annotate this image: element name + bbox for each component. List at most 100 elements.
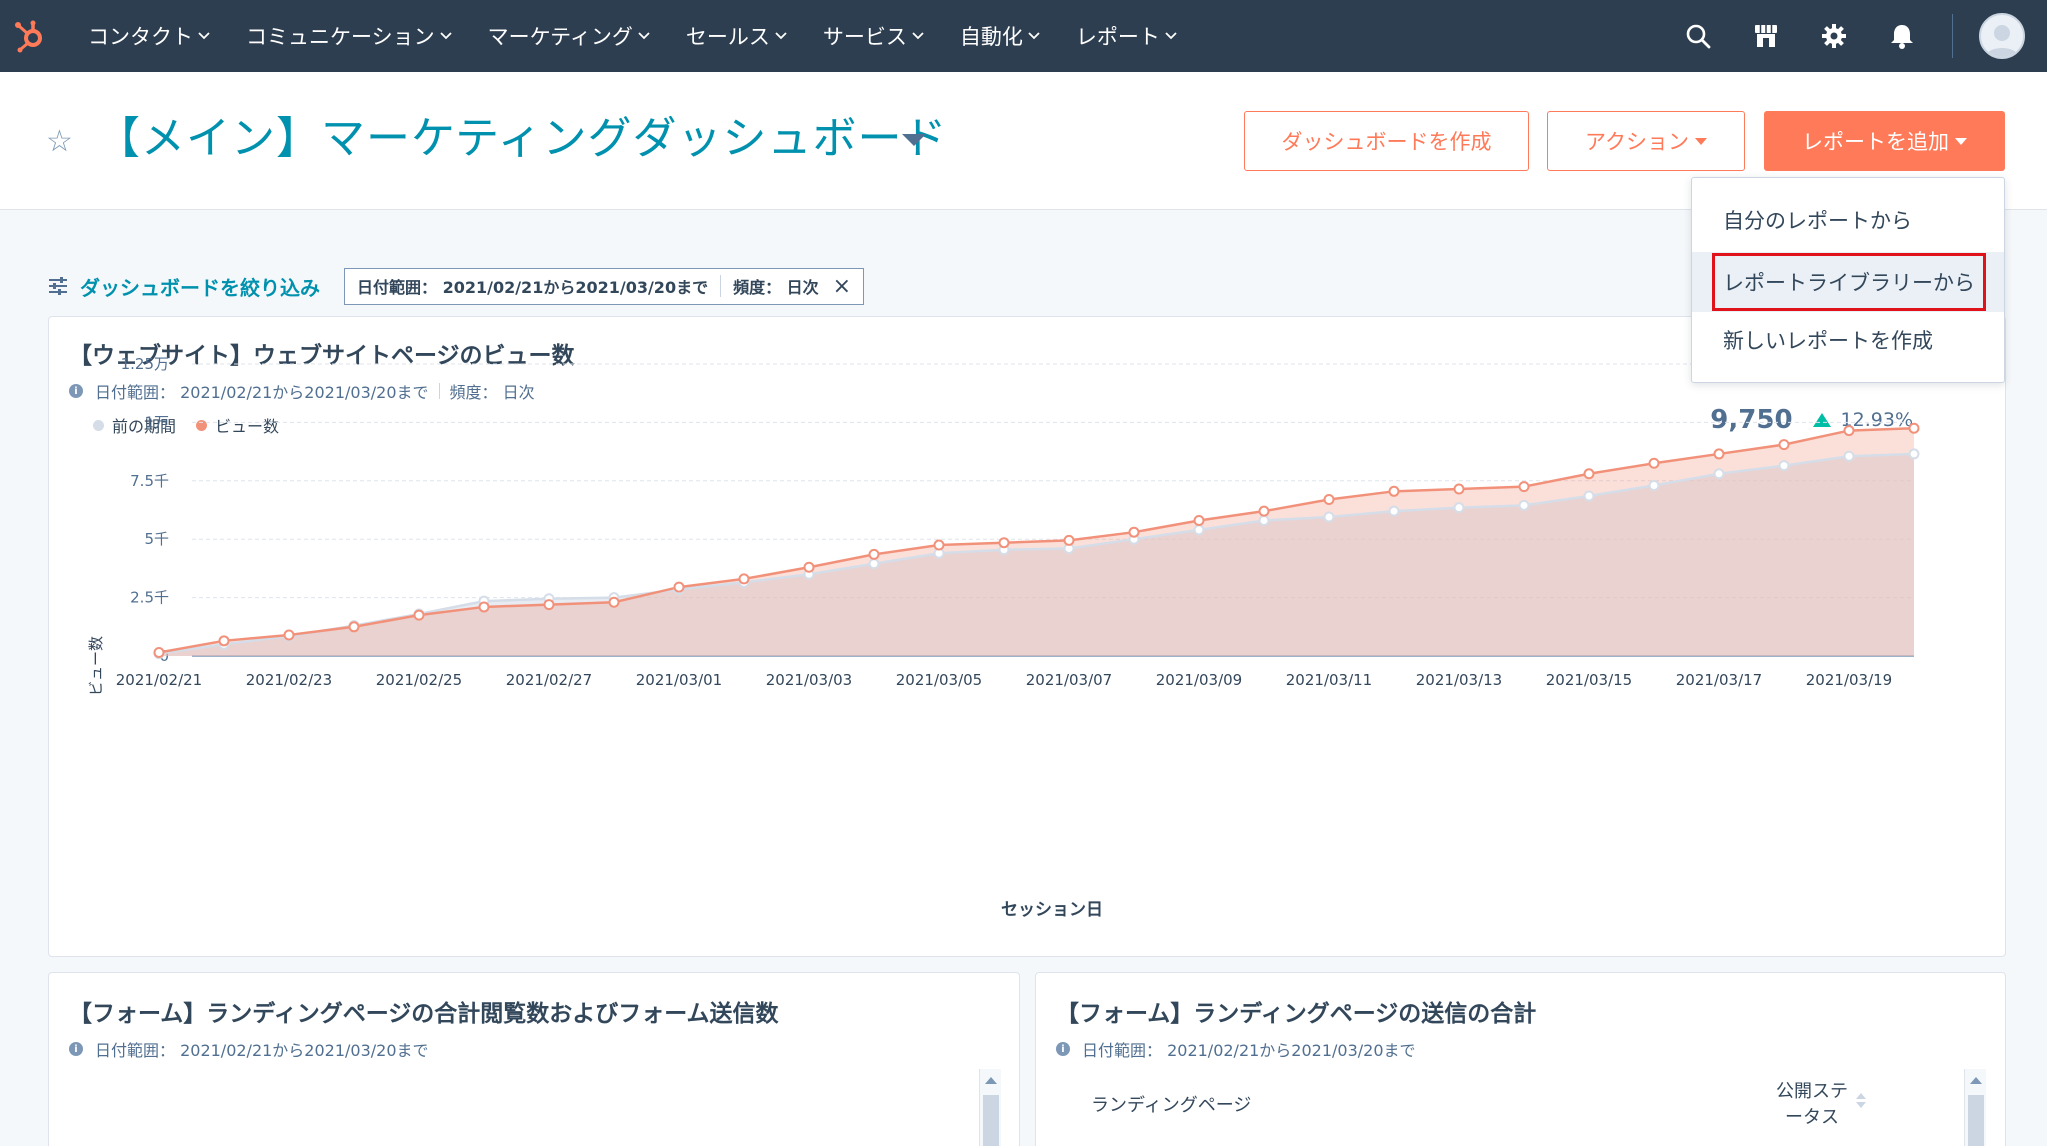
data-point-series-1[interactable] [1063, 534, 1075, 546]
data-point-series-1[interactable] [1518, 481, 1530, 493]
data-point-series-1[interactable] [1908, 422, 1920, 434]
chevron-down-icon [912, 32, 924, 40]
menu-item-from-my-reports[interactable]: 自分のレポートから [1692, 190, 2004, 250]
search-icon[interactable] [1664, 0, 1732, 72]
chevron-down-icon [1028, 32, 1040, 40]
data-point-series-1[interactable] [1193, 515, 1205, 527]
nav-utilities [1664, 0, 2047, 72]
views-area-chart[interactable]: 02.5千5千7.5千1万1.25万 2021/02/212021/02/232… [49, 317, 2006, 957]
add-report-dropdown-menu: 自分のレポートから レポートライブラリーから 新しいレポートを作成 [1691, 177, 2005, 383]
add-report-button[interactable]: レポートを追加 [1764, 111, 2005, 171]
data-point-series-1[interactable] [673, 581, 685, 593]
actions-button[interactable]: アクション [1547, 111, 1745, 171]
data-point-series-1[interactable] [1128, 526, 1140, 538]
report-title[interactable]: 【フォーム】ランディングページの合計閲覧数およびフォーム送信数 [69, 994, 779, 1028]
data-point-series-1[interactable] [1843, 425, 1855, 437]
vertical-scrollbar[interactable] [1964, 1069, 1986, 1146]
data-point-series-1[interactable] [413, 609, 425, 621]
data-point-series-1[interactable] [803, 561, 815, 573]
filter-dashboard-link[interactable]: ダッシュボードを絞り込み [48, 272, 320, 301]
data-point-series-1[interactable] [153, 646, 165, 658]
data-point-series-0[interactable] [1583, 490, 1595, 502]
nav-item-2[interactable]: マーケティング [488, 21, 650, 51]
dashboard-title[interactable]: 【メイン】マーケティングダッシュボード [96, 102, 947, 166]
info-icon[interactable]: i [69, 1042, 83, 1056]
y-tick-label: 2.5千 [130, 589, 169, 607]
data-point-series-1[interactable] [933, 539, 945, 551]
favorite-star-icon[interactable]: ☆ [46, 124, 73, 159]
data-point-series-0[interactable] [1843, 450, 1855, 462]
user-avatar[interactable] [1979, 13, 2025, 59]
data-point-series-0[interactable] [1193, 524, 1205, 536]
caret-down-icon [1694, 137, 1707, 145]
nav-item-6[interactable]: レポート [1076, 21, 1177, 51]
data-point-series-0[interactable] [1518, 499, 1530, 511]
data-point-series-0[interactable] [1388, 505, 1400, 517]
nav-item-label: マーケティング [487, 25, 633, 49]
nav-item-4[interactable]: サービス [823, 21, 924, 51]
x-tick-label: 2021/03/17 [1676, 671, 1762, 689]
filter-dashboard-label: ダッシュボードを絞り込み [80, 275, 320, 300]
data-point-series-1[interactable] [608, 596, 620, 608]
nav-item-label: コンタクト [88, 25, 193, 49]
data-point-series-1[interactable] [218, 635, 230, 647]
data-point-series-1[interactable] [1453, 483, 1465, 495]
x-tick-label: 2021/03/19 [1806, 671, 1892, 689]
data-point-series-0[interactable] [1323, 511, 1335, 523]
settings-gear-icon[interactable] [1800, 0, 1868, 72]
data-point-series-1[interactable] [868, 548, 880, 560]
vertical-scrollbar[interactable] [979, 1069, 1001, 1146]
dashboard-filter-row: ダッシュボードを絞り込み 日付範囲： 2021/02/21から2021/03/2… [48, 266, 865, 306]
close-icon[interactable]: × [833, 274, 851, 299]
y-tick-label: 1万 [144, 413, 169, 431]
nav-divider [1952, 14, 1953, 58]
data-point-series-0[interactable] [1908, 448, 1920, 460]
add-report-label: レポートを追加 [1802, 130, 1949, 154]
scroll-thumb[interactable] [1968, 1095, 1984, 1146]
data-point-series-1[interactable] [348, 621, 360, 633]
scroll-up-arrow-icon[interactable] [1969, 1077, 1982, 1084]
column-header-line: ータス [1785, 1107, 1839, 1128]
data-point-series-1[interactable] [1648, 457, 1660, 469]
scroll-up-arrow-icon[interactable] [984, 1077, 997, 1084]
data-point-series-1[interactable] [998, 537, 1010, 549]
nav-item-0[interactable]: コンタクト [88, 21, 210, 51]
menu-item-create-new-report[interactable]: 新しいレポートを作成 [1692, 310, 2004, 370]
create-dashboard-button[interactable]: ダッシュボードを作成 [1244, 111, 1529, 171]
data-point-series-1[interactable] [738, 573, 750, 585]
dashboard-switcher-caret-icon[interactable] [902, 134, 926, 146]
data-point-series-1[interactable] [1323, 493, 1335, 505]
info-icon[interactable]: i [1056, 1042, 1070, 1056]
top-navigation-bar: コンタクト コミュニケーション マーケティング セールス サービス 自動化 レポート [0, 0, 2047, 72]
nav-item-3[interactable]: セールス [686, 21, 787, 51]
column-header-publish-status[interactable]: 公開ステ ータス [1776, 1079, 1848, 1131]
notifications-bell-icon[interactable] [1868, 0, 1936, 72]
nav-item-label: コミュニケーション [246, 25, 435, 49]
data-point-series-1[interactable] [1778, 439, 1790, 451]
data-point-series-1[interactable] [543, 599, 555, 611]
data-point-series-1[interactable] [1583, 468, 1595, 480]
hubspot-logo-icon[interactable] [0, 0, 60, 72]
data-point-series-1[interactable] [1258, 505, 1270, 517]
data-point-series-1[interactable] [283, 629, 295, 641]
data-point-series-0[interactable] [1713, 468, 1725, 480]
data-point-series-0[interactable] [1453, 502, 1465, 514]
data-point-series-0[interactable] [1648, 479, 1660, 491]
data-point-series-1[interactable] [1713, 448, 1725, 460]
data-point-series-0[interactable] [1258, 515, 1270, 527]
nav-item-1[interactable]: コミュニケーション [246, 21, 452, 51]
column-header-landing-page[interactable]: ランディングページ [1091, 1091, 1251, 1117]
marketplace-icon[interactable] [1732, 0, 1800, 72]
report-card-website-page-views: 【ウェブサイト】ウェブサイトページのビュー数 i 日付範囲： 2021/02/2… [48, 316, 2006, 957]
data-point-series-0[interactable] [868, 558, 880, 570]
report-title[interactable]: 【フォーム】ランディングページの送信の合計 [1056, 994, 1536, 1028]
data-point-series-1[interactable] [478, 601, 490, 613]
data-point-series-0[interactable] [1778, 460, 1790, 472]
x-tick-label: 2021/03/09 [1156, 671, 1242, 689]
nav-item-5[interactable]: 自動化 [960, 21, 1040, 51]
x-axis-label: セッション日 [1001, 900, 1103, 920]
scroll-thumb[interactable] [983, 1095, 999, 1146]
sort-icon[interactable] [1856, 1093, 1866, 1108]
active-filter-chip[interactable]: 日付範囲： 2021/02/21から2021/03/20まで 頻度： 日次 × [344, 267, 865, 305]
data-point-series-1[interactable] [1388, 485, 1400, 497]
